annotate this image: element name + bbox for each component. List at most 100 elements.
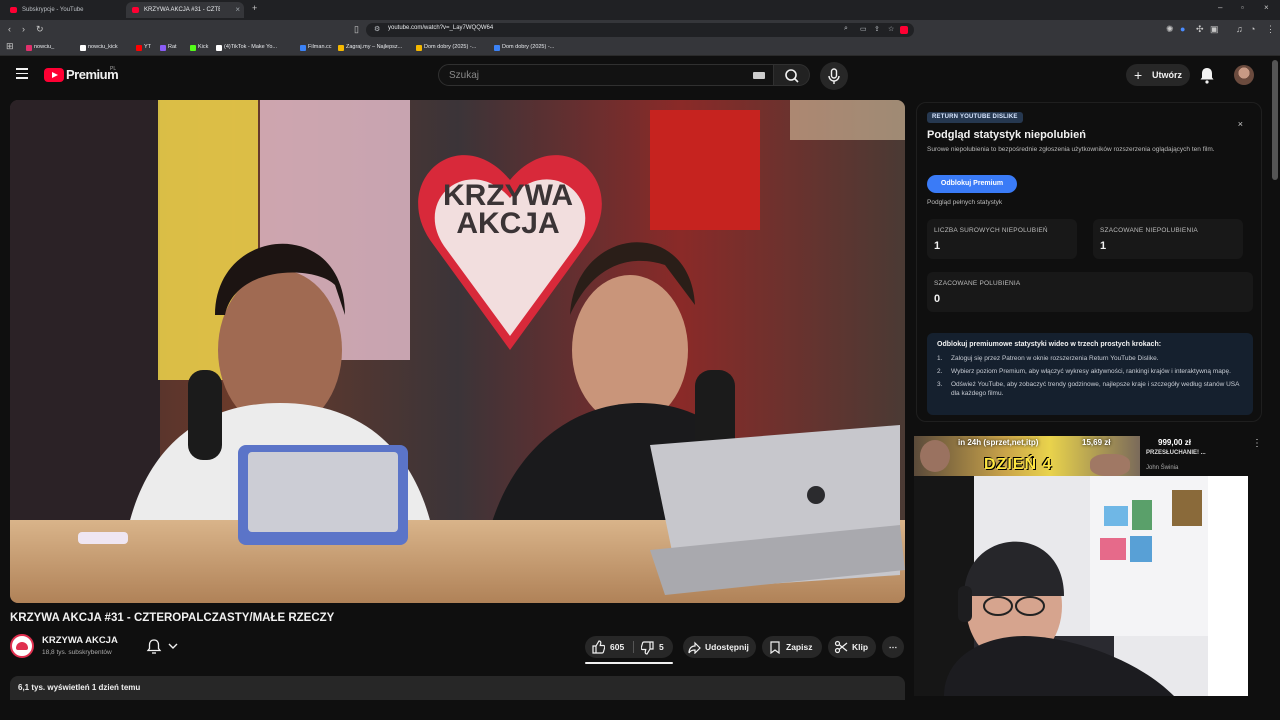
url-text: youtube.com/watch?v=_Lay7WQQW64 [388, 25, 494, 31]
ryd-close-icon[interactable]: × [1238, 119, 1243, 129]
stat-label: LICZBA SUROWYCH NIEPOLUBIEŃ [934, 227, 1048, 234]
stat-estimated-likes: SZACOWANE POLUBIENIA 0 [927, 272, 1253, 312]
dislike-count[interactable]: 5 [659, 636, 664, 658]
thumbnail-big-text: DZIEŃ 4 [984, 456, 1053, 473]
like-count[interactable]: 605 [610, 636, 624, 658]
create-button[interactable]: + Utwórz [1126, 64, 1190, 86]
bookmark-item[interactable]: (4)TikTok - Make Yo... [216, 42, 277, 53]
recommended-price: 999,00 zł [1158, 438, 1191, 447]
extension-icon[interactable]: ✺ [1166, 24, 1174, 35]
tab-current-video[interactable]: KRZYWA AKCJA #31 - CZTEROPALCZASTY/MAŁE … [126, 2, 244, 18]
bookmark-label: Filman.cc [308, 44, 332, 50]
search-button[interactable] [774, 64, 810, 86]
ryd-badge: RETURN YOUTUBE DISLIKE [927, 112, 1023, 123]
bookmark-icon [160, 45, 166, 51]
kick-icon [190, 45, 196, 51]
bookmark-label: nowciu_ [34, 44, 55, 50]
search-input[interactable]: Szukaj [438, 64, 774, 86]
site-info-icon[interactable]: ⚙ [374, 25, 380, 33]
recommended-video[interactable]: in 24h (sprzet,net,itp) 15,69 zł DZIEŃ 4… [914, 436, 1270, 476]
views-and-date: 6,1 tys. wyświetleń 1 dzień temu [18, 683, 141, 692]
close-window-icon[interactable]: × [1264, 3, 1269, 12]
browser-tab-bar: Subskrypcje - YouTube KRZYWA AKCJA #31 -… [0, 0, 1280, 20]
profile-icon[interactable]: ◔ [1250, 24, 1255, 34]
sidepanel-icon[interactable]: ▣ [1210, 24, 1219, 35]
description-box[interactable]: 6,1 tys. wyświetleń 1 dzień temu [10, 676, 905, 700]
clip-button[interactable]: Klip [828, 636, 876, 658]
stat-value: 0 [934, 293, 941, 305]
close-tab-icon[interactable]: × [235, 2, 240, 18]
plus-icon: + [1134, 67, 1143, 83]
youtube-favicon-icon [132, 7, 139, 13]
recommended-channel[interactable]: John Świnia [1146, 465, 1178, 471]
menu-icon[interactable]: ⋮ [1266, 24, 1275, 35]
star-icon[interactable]: ☆ [888, 25, 894, 33]
bookmark-item[interactable]: YT [136, 42, 151, 53]
bookmark-item[interactable]: Dom dobry (2025) -... [416, 42, 476, 53]
tab-subscriptions[interactable]: Subskrypcje - YouTube [4, 2, 122, 18]
forward-icon[interactable]: › [22, 24, 25, 34]
thumbnail-overlay-text: in 24h (sprzet,net,itp) [958, 438, 1039, 447]
hamburger-menu-icon[interactable] [16, 68, 28, 79]
stat-label: SZACOWANE NIEPOLUBIENIA [1100, 227, 1198, 234]
address-bar[interactable]: ⚙ youtube.com/watch?v=_Lay7WQQW64 ⌕ ▭ ⇪ … [366, 23, 914, 37]
bookmark-item[interactable]: Rat [160, 42, 177, 53]
unlock-premium-button[interactable]: Odblokuj Premium [927, 175, 1017, 193]
bookmark-item[interactable]: Dom dobry (2025) -... [494, 42, 554, 53]
bookmark-page-icon[interactable]: ▯ [354, 24, 359, 35]
puzzle-icon[interactable]: ✣ [1196, 24, 1204, 35]
youtube-logo-icon[interactable] [44, 68, 64, 82]
media-icon[interactable]: ♫ [1236, 24, 1243, 34]
bookmark-label: (4)TikTok - Make Yo... [224, 44, 277, 50]
maximize-icon[interactable]: ▫ [1241, 3, 1244, 12]
share-icon [688, 641, 701, 654]
thumbs-up-icon[interactable] [591, 640, 605, 654]
webcam-feed [914, 476, 1248, 696]
bookmark-item[interactable]: Filman.cc [300, 42, 332, 53]
more-icon: ⋯ [888, 642, 898, 652]
clip-label: Klip [852, 642, 869, 652]
share-page-icon[interactable]: ⇪ [874, 25, 880, 33]
notifications-bell-icon[interactable] [1198, 65, 1216, 85]
film-icon [300, 45, 306, 51]
share-button[interactable]: Udostępnij [683, 636, 756, 658]
minimize-icon[interactable]: – [1218, 3, 1222, 12]
bookmark-item[interactable]: Kick [190, 42, 208, 53]
user-avatar[interactable] [1234, 65, 1254, 85]
bookmarks-bar: ⊞ nowciu_ nowciu_kick YT Rat Kick (4)TikTok -… [0, 40, 1280, 56]
youtube-header: Premium PL Szukaj + Utwórz [0, 56, 1280, 94]
recommended-title[interactable]: PRZESŁUCHANIE! ... [1146, 450, 1206, 456]
channel-avatar[interactable] [10, 634, 34, 658]
x-icon [80, 45, 86, 51]
extension-blue-icon[interactable]: ● [1180, 24, 1185, 34]
save-button[interactable]: Zapisz [762, 636, 822, 658]
keyboard-icon[interactable] [753, 72, 765, 79]
step-item: 1. Zaloguj się przez Patreon w oknie rozs… [937, 355, 1159, 362]
bookmark-item[interactable]: nowciu_ [26, 42, 54, 53]
new-tab-icon[interactable]: + [252, 3, 257, 13]
video-player[interactable]: KRZYWA AKCJA [10, 100, 905, 603]
tab-title: KRZYWA AKCJA #31 - CZTEROPALCZASTY/MAŁE … [144, 7, 220, 13]
back-icon[interactable]: ‹ [8, 24, 11, 34]
reload-icon[interactable]: ↻ [36, 24, 44, 35]
apps-icon[interactable]: ⊞ [6, 41, 14, 52]
channel-name[interactable]: KRZYWA AKCJA [42, 635, 118, 646]
preview-full-stats-link[interactable]: Podgląd pełnych statystyk [927, 199, 1002, 206]
thumbs-down-icon[interactable] [641, 641, 655, 655]
recommended-thumbnail[interactable]: in 24h (sprzet,net,itp) 15,69 zł DZIEŃ 4 [914, 436, 1140, 476]
video-title: KRZYWA AKCJA #31 - CZTEROPALCZASTY/MAŁE … [10, 612, 335, 624]
youtube-favicon-icon [10, 7, 17, 13]
zoom-icon[interactable]: ⌕ [844, 25, 848, 33]
tab-title: Subskrypcje - YouTube [22, 7, 84, 13]
subscription-notification-button[interactable] [140, 635, 188, 657]
cast-icon[interactable]: ▭ [860, 25, 867, 33]
bookmark-icon [770, 641, 780, 654]
bookmark-item[interactable]: nowciu_kick [80, 42, 118, 53]
more-vert-icon[interactable]: ⋮ [1252, 438, 1262, 449]
more-actions-button[interactable]: ⋯ [882, 636, 904, 658]
page-scrollbar[interactable] [1272, 60, 1278, 180]
voice-search-button[interactable] [820, 62, 848, 90]
bookmark-label: Kick [198, 44, 209, 50]
extension-badge-icon[interactable] [900, 26, 908, 34]
bookmark-item[interactable]: Zagraj.my – Najlepsz... [338, 42, 402, 53]
